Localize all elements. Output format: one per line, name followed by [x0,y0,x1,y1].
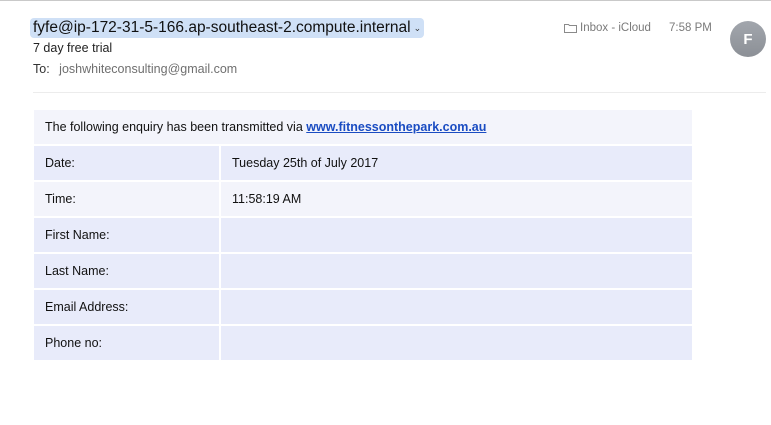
table-row: The following enquiry has been transmitt… [34,110,692,144]
field-label: Date: [34,146,221,180]
header-divider [33,92,766,93]
intro-text: The following enquiry has been transmitt… [45,120,307,134]
website-link[interactable]: www.fitnessonthepark.com.au [306,120,486,134]
mailbox-indicator: Inbox - iCloud [564,22,651,34]
field-label: First Name: [34,218,221,252]
sender-address-button[interactable]: fyfe@ip-172-31-5-166.ap-southeast-2.comp… [30,18,425,38]
folder-icon [564,24,577,33]
chevron-down-icon: ⌄ [413,22,422,33]
field-value [221,290,692,324]
to-label: To: [33,62,50,76]
enquiry-table: The following enquiry has been transmitt… [34,108,692,362]
table-row: Last Name: [34,254,692,288]
message-time: 7:58 PM [669,22,712,34]
recipient-row: To: joshwhiteconsulting@gmail.com [33,62,237,76]
field-value [221,326,692,360]
table-row: Email Address: [34,290,692,324]
field-label: Email Address: [34,290,221,324]
table-row: First Name: [34,218,692,252]
intro-cell: The following enquiry has been transmitt… [34,110,692,144]
table-row: Date: Tuesday 25th of July 2017 [34,146,692,180]
sender-avatar[interactable]: F [730,21,766,57]
message-subject: 7 day free trial [33,41,113,55]
field-value [221,218,692,252]
field-value [221,254,692,288]
field-value: 11:58:19 AM [221,182,692,216]
table-row: Phone no: [34,326,692,360]
sender-address: fyfe@ip-172-31-5-166.ap-southeast-2.comp… [33,19,411,36]
field-value: Tuesday 25th of July 2017 [221,146,692,180]
table-row: Time: 11:58:19 AM [34,182,692,216]
mailbox-name: Inbox - iCloud [580,22,651,34]
message-header: fyfe@ip-172-31-5-166.ap-southeast-2.comp… [0,0,771,93]
recipient-address[interactable]: joshwhiteconsulting@gmail.com [59,62,237,76]
field-label: Phone no: [34,326,221,360]
field-label: Last Name: [34,254,221,288]
field-label: Time: [34,182,221,216]
avatar-initial: F [743,30,753,48]
